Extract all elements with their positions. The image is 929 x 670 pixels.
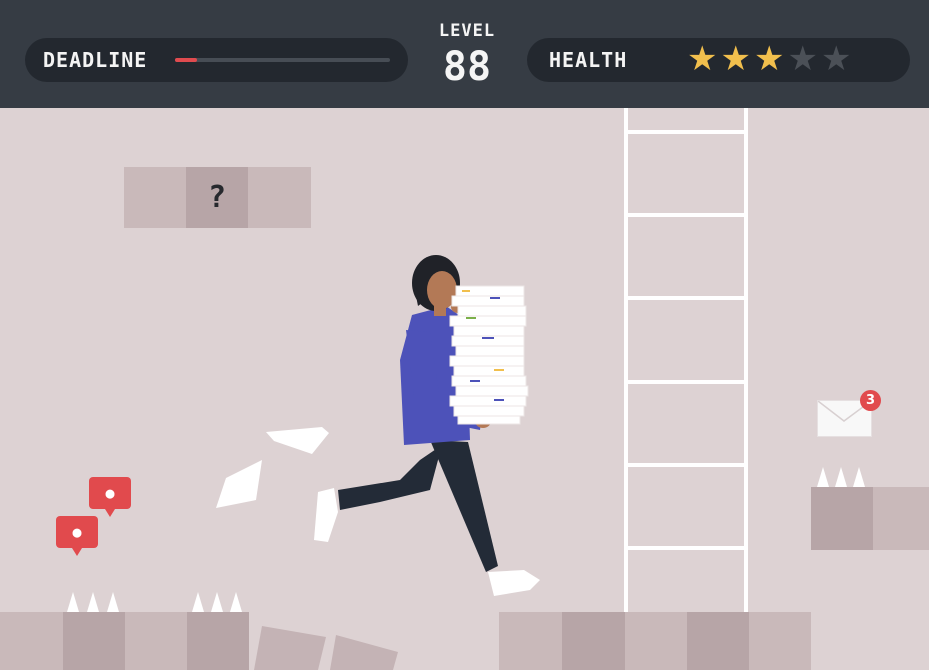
floor-block [0,612,63,670]
ladder-icon [624,108,748,615]
falling-block [254,626,326,670]
notification-badge: 3 [860,390,881,411]
floor-block [63,612,125,670]
ledge-block [873,487,929,550]
game-scene [0,108,929,670]
flying-paper [216,460,262,508]
floor-block [749,612,811,670]
ledge-block [811,487,873,550]
spike-icon [817,467,865,487]
chat-bubble-icon: ● [56,516,98,556]
flying-paper [266,427,329,454]
floor-block [499,612,562,670]
spike-icon [67,592,242,612]
floor-block [687,612,749,670]
paper-stack [449,285,529,425]
falling-block [330,635,398,670]
floor-block [562,612,625,670]
floor-block [187,612,249,670]
floor-block [125,612,187,670]
chat-bubble-icon: ● [89,477,131,517]
floor-block [625,612,687,670]
